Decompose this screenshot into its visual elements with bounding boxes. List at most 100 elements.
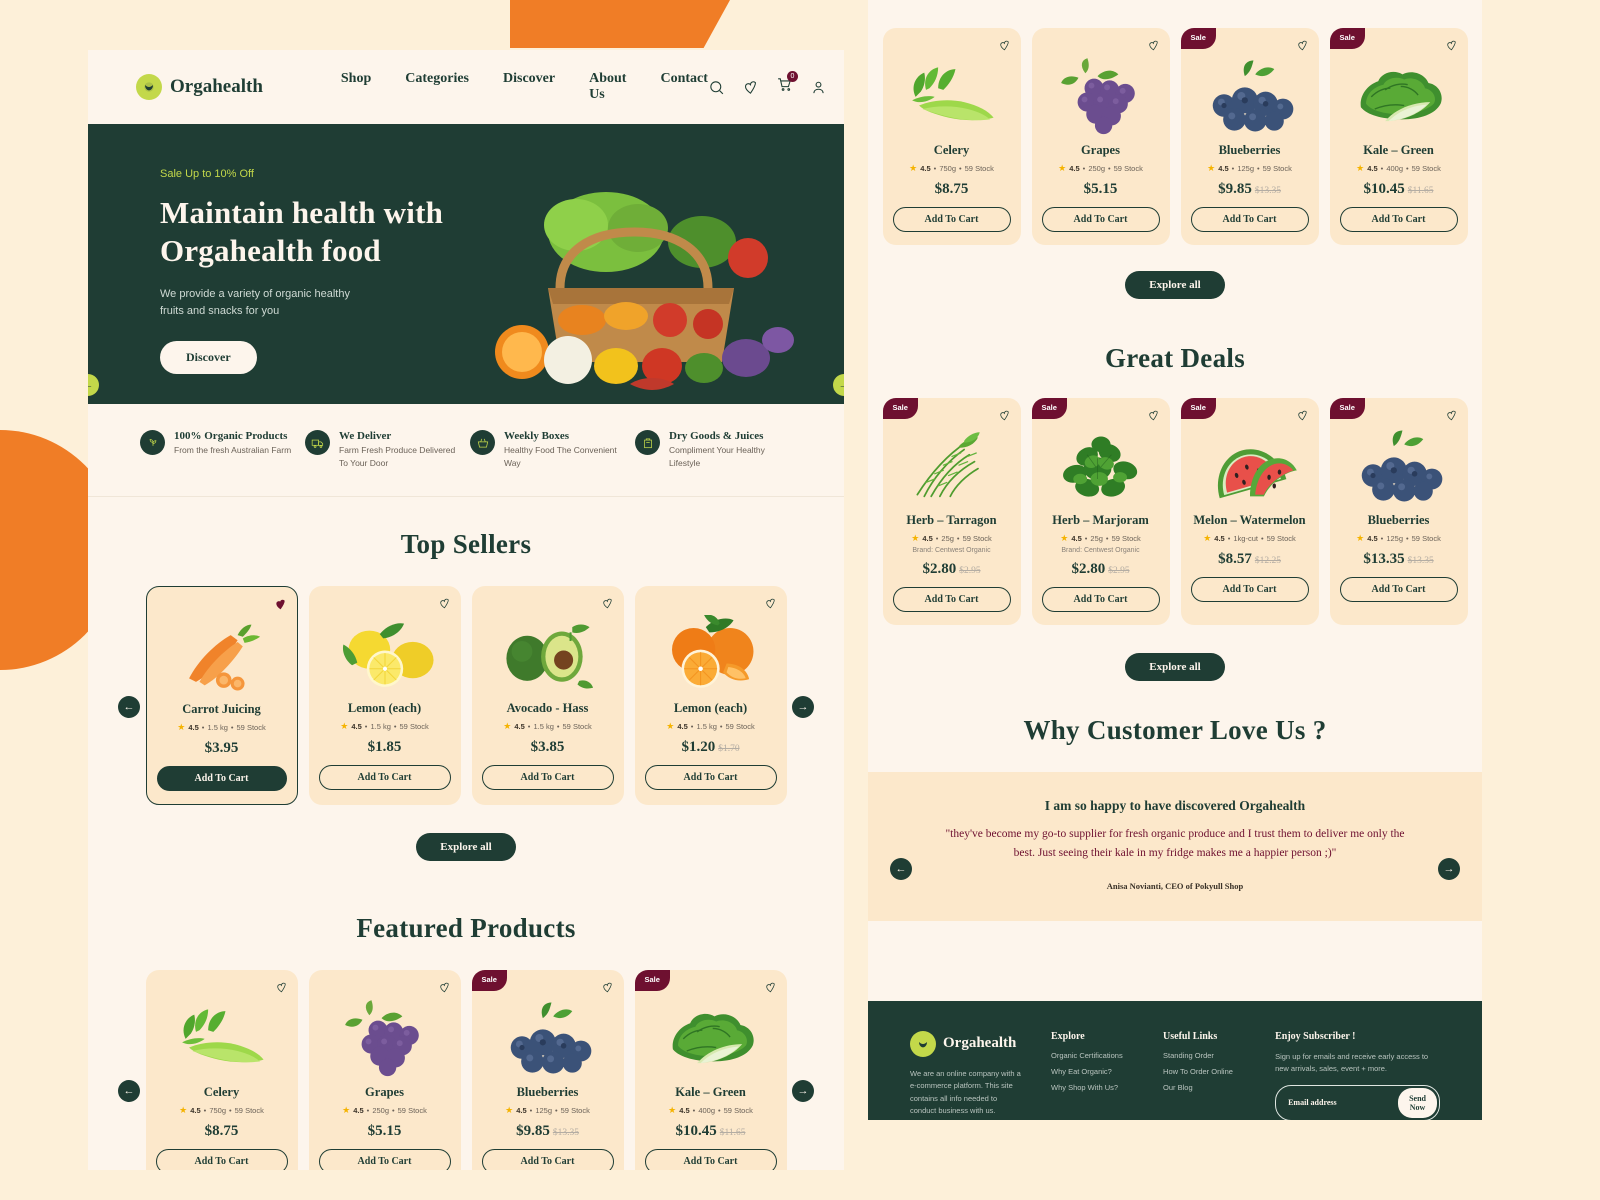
wishlist-heart-icon[interactable]	[764, 981, 777, 994]
featured-prev-button[interactable]: ←	[118, 1079, 140, 1102]
product-card[interactable]: Sale Melon – Watermelon ★ 4.5 • 1kg-cut • 59 …	[1180, 398, 1319, 625]
nav-item-discover[interactable]: Discover	[503, 71, 555, 103]
user-icon[interactable]	[810, 79, 827, 96]
add-to-cart-button[interactable]: Add To Cart	[481, 764, 614, 790]
add-to-cart-button[interactable]: Add To Cart	[156, 765, 287, 791]
product-card[interactable]: Celery ★ 4.5 • 750g • 59 Stock $8.75 Add To C…	[882, 28, 1021, 245]
add-to-cart-button[interactable]: Add To Cart	[1041, 587, 1160, 612]
add-to-cart-button[interactable]: Add To Cart	[1190, 207, 1309, 232]
product-meta: ★ 4.5 • 400g • 59 Stock	[1356, 163, 1441, 173]
wishlist-heart-icon[interactable]	[1296, 409, 1309, 422]
add-to-cart-button[interactable]: Add To Cart	[1339, 577, 1458, 602]
top-sellers-next-button[interactable]: →	[792, 695, 814, 718]
footer-column-explore: Explore Organic Certifications Why Eat O…	[1051, 1031, 1137, 1120]
send-now-button[interactable]: Send Now	[1398, 1087, 1437, 1118]
footer-link[interactable]: Why Shop With Us?	[1051, 1083, 1137, 1092]
wishlist-heart-icon[interactable]	[601, 597, 614, 610]
add-to-cart-button[interactable]: Add To Cart	[1339, 207, 1458, 232]
top-sellers-explore-button[interactable]: Explore all	[416, 832, 516, 861]
wishlist-heart-icon[interactable]	[1445, 409, 1458, 422]
top-sellers-prev-button[interactable]: ←	[118, 695, 140, 718]
footer-about-text: We are an online company with a e-commer…	[910, 1068, 1021, 1116]
wishlist-heart-icon[interactable]	[1147, 39, 1160, 52]
wishlist-heart-icon[interactable]	[998, 409, 1011, 422]
featured-explore-button[interactable]: Explore all	[1125, 271, 1225, 299]
add-to-cart-button[interactable]: Add To Cart	[318, 1148, 451, 1170]
product-meta: ★ 4.5 • 750g • 59 Stock	[909, 163, 994, 173]
sale-badge: Sale	[471, 969, 507, 991]
hero-next-button[interactable]: →	[833, 374, 844, 396]
hero-discover-button[interactable]: Discover	[160, 340, 257, 374]
search-icon[interactable]	[708, 79, 725, 96]
footer-link[interactable]: Standing Order	[1163, 1051, 1249, 1060]
wishlist-heart-icon[interactable]	[438, 597, 451, 610]
brand-logo[interactable]: Orgahealth	[136, 74, 263, 100]
top-sellers-title: Top Sellers	[400, 528, 532, 559]
product-rating: 4.5	[190, 1105, 201, 1115]
feature-desc: Healthy Food The Convenient Way	[504, 445, 617, 468]
hero-prev-button[interactable]: ←	[88, 374, 99, 396]
cart-icon[interactable]: 0	[776, 71, 798, 98]
wishlist-heart-icon[interactable]	[438, 981, 451, 994]
star-icon: ★	[179, 1104, 188, 1115]
product-card[interactable]: Sale Blueberries ★ 4.5 • 125g • 59 Stock $9.8…	[471, 969, 624, 1170]
featured-next-button[interactable]: →	[792, 1079, 814, 1102]
wishlist-heart-icon[interactable]	[274, 598, 287, 611]
nav-item-about-us[interactable]: About Us	[589, 71, 626, 103]
product-card[interactable]: Sale Blueberries ★ 4.5 • 125g • 59 Stock $9.8…	[1180, 28, 1319, 245]
product-card[interactable]: Sale Herb – Marjoram ★ 4.5 • 25g • 59 Stock B…	[1031, 398, 1170, 625]
nav-item-shop[interactable]: Shop	[341, 71, 371, 103]
product-card[interactable]: Sale Herb – Tarragon ★ 4.5 • 25g • 59 Stock B…	[882, 398, 1021, 625]
old-price: $13.35	[552, 1127, 579, 1138]
product-weight: 1.5 kg	[533, 721, 554, 731]
product-card[interactable]: Carrot Juicing ★ 4.5 • 1.5 kg • 59 Stock $3.9…	[145, 585, 298, 805]
product-card[interactable]: Celery ★ 4.5 • 750g • 59 Stock $8.75 Add To C…	[145, 969, 298, 1170]
add-to-cart-button[interactable]: Add To Cart	[644, 764, 777, 790]
add-to-cart-button[interactable]: Add To Cart	[155, 1148, 288, 1170]
add-to-cart-button[interactable]: Add To Cart	[481, 1148, 614, 1170]
product-meta: ★ 4.5 • 125g • 59 Stock	[505, 1104, 590, 1115]
product-card[interactable]: Grapes ★ 4.5 • 250g • 59 Stock $5.15 Add To C…	[1031, 28, 1170, 245]
add-to-cart-button[interactable]: Add To Cart	[644, 1148, 777, 1170]
product-card[interactable]: Avocado - Hass ★ 4.5 • 1.5 kg • 59 Stock $3.8…	[471, 585, 624, 805]
add-to-cart-button[interactable]: Add To Cart	[892, 207, 1011, 232]
add-to-cart-button[interactable]: Add To Cart	[318, 764, 451, 790]
footer-link[interactable]: Organic Certifications	[1051, 1051, 1137, 1060]
testimonial-prev-button[interactable]: ←	[890, 858, 912, 880]
great-deals-explore-button[interactable]: Explore all	[1125, 653, 1225, 681]
wishlist-heart-icon[interactable]	[1147, 409, 1160, 422]
testimonial-next-button[interactable]: →	[1438, 858, 1460, 880]
product-card[interactable]: Sale Kale – Green ★ 4.5 • 400g • 59 Stock $10…	[1329, 28, 1468, 245]
nav-item-contact[interactable]: Contact	[660, 71, 707, 103]
product-name: Blueberries	[1367, 513, 1430, 527]
footer-link[interactable]: Our Blog	[1163, 1083, 1249, 1092]
add-to-cart-button[interactable]: Add To Cart	[892, 587, 1011, 612]
product-price: $8.75	[204, 1122, 239, 1139]
wishlist-heart-icon[interactable]	[275, 981, 288, 994]
wishlist-heart-icon[interactable]	[764, 597, 777, 610]
heart-icon[interactable]	[742, 79, 759, 96]
wishlist-heart-icon[interactable]	[998, 39, 1011, 52]
wishlist-heart-icon[interactable]	[1296, 39, 1309, 52]
wishlist-heart-icon[interactable]	[601, 981, 614, 994]
email-input[interactable]	[1288, 1098, 1399, 1108]
product-card[interactable]: Sale Kale – Green ★ 4.5 • 400g • 59 Stock $10…	[634, 969, 787, 1170]
product-card[interactable]: Sale Blueberries ★ 4.5 • 125g • 59 Stock $13.…	[1329, 398, 1468, 625]
footer-column-useful-links: Useful Links Standing Order How To Order…	[1163, 1031, 1249, 1120]
desktop-page-bottom: Celery ★ 4.5 • 750g • 59 Stock $8.75 Add To C…	[868, 0, 1482, 1120]
nav-item-categories[interactable]: Categories	[405, 71, 469, 103]
star-icon: ★	[1356, 163, 1365, 173]
product-image	[1191, 57, 1309, 135]
footer-link[interactable]: Why Eat Organic?	[1051, 1067, 1137, 1076]
add-to-cart-button[interactable]: Add To Cart	[1041, 207, 1160, 232]
wishlist-heart-icon[interactable]	[1445, 39, 1458, 52]
footer-logo[interactable]: Orgahealth	[910, 1030, 1025, 1057]
product-image	[1042, 427, 1160, 505]
product-price: $2.80 $2.95	[1071, 561, 1130, 577]
footer-link[interactable]: How To Order Online	[1163, 1067, 1249, 1076]
plant-badge-icon	[140, 430, 165, 455]
product-card[interactable]: Lemon (each) ★ 4.5 • 1.5 kg • 59 Stock $1.85 …	[308, 585, 461, 805]
add-to-cart-button[interactable]: Add To Cart	[1190, 577, 1309, 602]
product-card[interactable]: Grapes ★ 4.5 • 250g • 59 Stock $5.15 Add To C…	[308, 969, 461, 1170]
product-card[interactable]: Lemon (each) ★ 4.5 • 1.5 kg • 59 Stock $1.20 $…	[634, 585, 787, 805]
